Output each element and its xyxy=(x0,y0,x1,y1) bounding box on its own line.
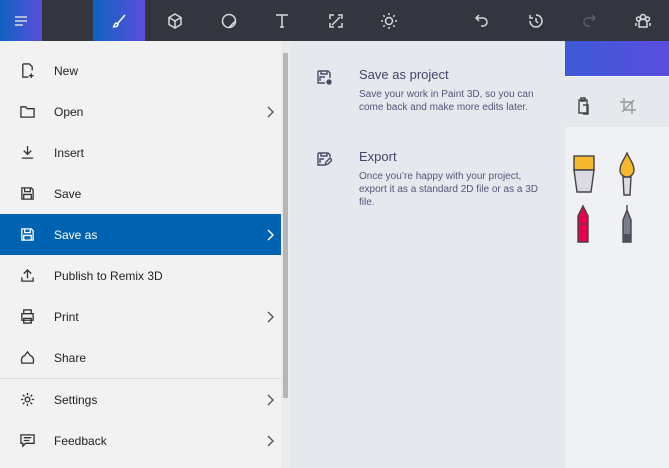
brushes-tab[interactable] xyxy=(93,0,145,41)
new-file-icon xyxy=(21,63,34,78)
top-toolbar xyxy=(0,0,669,41)
menu-item-settings[interactable]: Settings xyxy=(0,379,281,420)
insert-icon xyxy=(21,145,33,159)
calligraphy-pen-icon[interactable] xyxy=(618,152,636,196)
menu-scrollbar[interactable] xyxy=(281,41,290,468)
save-icon xyxy=(20,187,34,200)
menu-item-feedback[interactable]: Feedback xyxy=(0,420,281,461)
text-tab[interactable] xyxy=(260,0,304,41)
export-icon xyxy=(317,152,333,167)
3d-shapes-tab[interactable] xyxy=(153,0,197,41)
chevron-right-icon xyxy=(267,106,274,117)
effects-icon xyxy=(381,12,397,29)
gear-icon xyxy=(20,392,34,407)
menu-item-insert[interactable]: Insert xyxy=(0,132,281,173)
share-icon xyxy=(20,350,34,364)
stickers-tab[interactable] xyxy=(207,0,251,41)
save-as-icon xyxy=(20,228,34,241)
canvas-tab[interactable] xyxy=(314,0,358,41)
pencil-icon[interactable] xyxy=(618,204,636,244)
community-button[interactable] xyxy=(621,0,665,41)
scrollbar-thumb[interactable] xyxy=(283,53,288,398)
side-panel-tools xyxy=(565,77,669,127)
chevron-right-icon xyxy=(267,311,274,322)
stickers-icon xyxy=(221,13,237,28)
print-icon xyxy=(20,309,34,324)
crayon-icon[interactable] xyxy=(572,204,594,244)
history-button[interactable] xyxy=(514,0,558,41)
history-icon xyxy=(529,13,543,28)
file-menu: New Open Insert Save Save as Publish to … xyxy=(0,41,281,468)
paste-icon[interactable] xyxy=(576,97,590,115)
menu-item-save[interactable]: Save xyxy=(0,173,281,214)
undo-icon xyxy=(474,13,488,27)
side-panel-header xyxy=(565,41,669,76)
upload-icon xyxy=(20,268,34,282)
undo-button[interactable] xyxy=(460,0,504,41)
export-option[interactable]: Export Once you’re happy with your proje… xyxy=(290,149,565,219)
canvas-icon xyxy=(329,13,343,28)
menu-item-share[interactable]: Share xyxy=(0,337,281,378)
menu-item-open[interactable]: Open xyxy=(0,91,281,132)
feedback-icon xyxy=(19,434,35,448)
menu-item-new[interactable]: New xyxy=(0,50,281,91)
menu-icon xyxy=(15,15,27,26)
redo-button[interactable] xyxy=(567,0,611,41)
chevron-right-icon xyxy=(267,229,274,240)
effects-tab[interactable] xyxy=(367,0,411,41)
menu-item-publish[interactable]: Publish to Remix 3D xyxy=(0,255,281,296)
chevron-right-icon xyxy=(267,435,274,446)
redo-icon xyxy=(583,13,597,27)
3d-shapes-icon xyxy=(168,12,182,29)
menu-button[interactable] xyxy=(0,0,42,41)
marker-brush-icon[interactable] xyxy=(572,154,596,194)
folder-icon xyxy=(19,106,35,118)
brushes-icon xyxy=(112,14,126,28)
save-as-panel: Save as project Save your work in Paint … xyxy=(290,41,565,468)
community-icon xyxy=(635,13,651,28)
text-icon xyxy=(276,13,288,28)
save-as-project-option[interactable]: Save as project Save your work in Paint … xyxy=(290,67,565,127)
save-project-icon xyxy=(317,70,332,85)
chevron-right-icon xyxy=(267,394,274,405)
crop-icon[interactable] xyxy=(620,98,636,114)
side-panel xyxy=(565,41,669,468)
menu-item-save-as[interactable]: Save as xyxy=(0,214,281,255)
menu-item-print[interactable]: Print xyxy=(0,296,281,337)
